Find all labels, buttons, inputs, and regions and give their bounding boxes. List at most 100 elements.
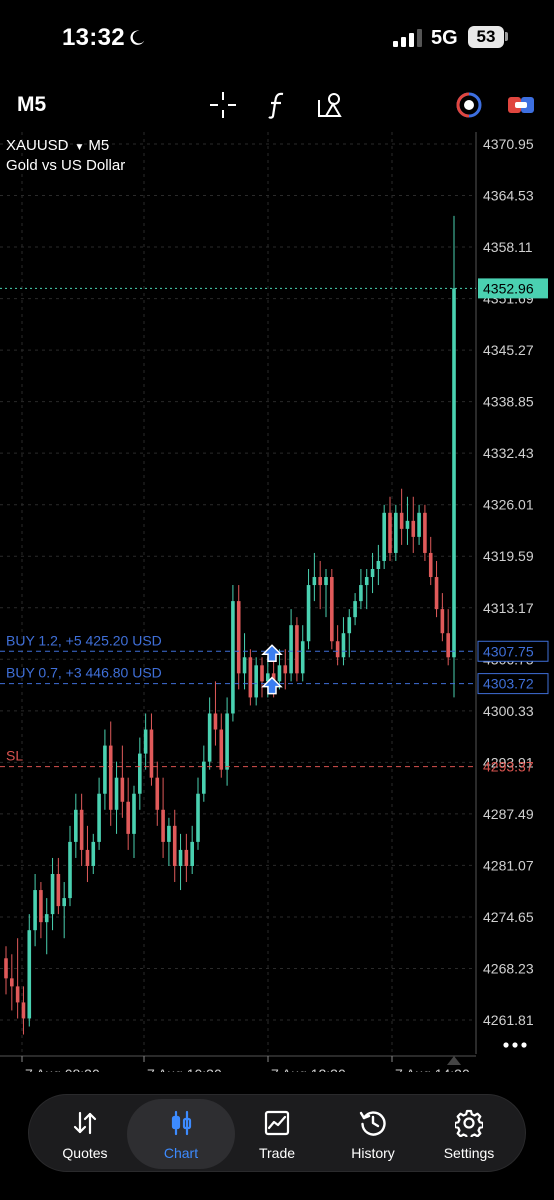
one-click-trading-icon[interactable] (454, 90, 484, 120)
y-tick-label: 4287.49 (483, 806, 534, 822)
more-options-icon[interactable] (502, 1040, 528, 1050)
position-price-label: 4307.75 (483, 643, 534, 659)
y-tick-label: 4261.81 (483, 1012, 534, 1028)
candle-body (114, 777, 119, 810)
candle-body (330, 577, 334, 642)
candle-body (155, 777, 160, 810)
tab-label: History (351, 1145, 395, 1161)
candle-body (359, 585, 363, 602)
price-chart[interactable]: 4370.95 4364.53 4358.11 4351.69 4345.27 4338.… (0, 132, 554, 1072)
candle-body (236, 601, 241, 674)
candle-body (213, 713, 218, 730)
y-tick-label: 4338.85 (483, 394, 534, 410)
candle-body (289, 625, 293, 674)
trade-panel-icon[interactable] (506, 90, 536, 120)
y-tick-label: 4274.65 (483, 909, 534, 925)
signal-icon (393, 29, 422, 47)
candle-body (68, 841, 72, 899)
y-tick-label: 4370.95 (483, 136, 534, 152)
candle-body (324, 577, 328, 586)
tab-label: Settings (443, 1145, 495, 1161)
objects-icon[interactable] (316, 90, 346, 120)
tab-trade[interactable]: Trade (229, 1095, 325, 1173)
candle-body (260, 665, 264, 682)
x-tick-label: 7 Aug 12:30 (271, 1066, 346, 1072)
candle-body (15, 986, 20, 1003)
candle-body (190, 841, 194, 866)
y-tick-label: 4319.59 (483, 548, 534, 564)
candle-body (85, 849, 90, 866)
candle-body (91, 841, 96, 866)
position-label: BUY 1.2, +5 425.20 USD (6, 632, 162, 648)
timeframe-button[interactable]: M5 (17, 93, 46, 117)
symbol-dropdown-arrow[interactable]: ▼ (75, 142, 85, 153)
candle-body (306, 585, 311, 642)
candle-body (108, 745, 113, 810)
buy-arrow-marker (261, 644, 283, 663)
candle-body (376, 560, 381, 569)
trade-icon (264, 1110, 290, 1136)
indicators-icon[interactable] (262, 90, 292, 120)
tab-history[interactable]: History (325, 1095, 421, 1173)
chart-canvas[interactable]: 4370.954364.534358.114351.694345.274338.… (0, 132, 554, 1072)
quotes-icon (73, 1111, 97, 1135)
candle-body (428, 552, 433, 578)
y-tick-label: 4345.27 (483, 342, 534, 358)
candle-body (143, 729, 148, 754)
candle-body (411, 520, 416, 537)
candle-body (423, 512, 427, 553)
x-tick-label: 7 Aug 08:30 (25, 1066, 100, 1072)
stop-loss-label: SL (6, 748, 23, 764)
candle-body (161, 809, 165, 842)
candle-body (97, 793, 101, 842)
symbol-description: Gold vs US Dollar (6, 157, 126, 174)
candle-body (184, 849, 189, 866)
candle-body (452, 288, 456, 658)
symbol-timeframe: M5 (88, 137, 110, 154)
candle-body (27, 930, 32, 1019)
symbol-header: XAUUSD ▼ M5 (6, 137, 109, 154)
chart-shift-marker (447, 1056, 461, 1065)
candle-body (335, 641, 340, 658)
candle-body (353, 601, 357, 618)
candle-body (300, 641, 305, 674)
candle-body (434, 577, 439, 610)
candle-body (56, 874, 61, 907)
battery-indicator: 53 (468, 26, 504, 48)
candle-body (10, 978, 14, 987)
candle-body (132, 793, 136, 834)
candle-body (126, 801, 130, 834)
candle-body (219, 729, 224, 770)
candle-body (225, 713, 229, 770)
candle-body (207, 713, 212, 762)
network-label: 5G (431, 27, 458, 49)
candle-body (341, 633, 346, 658)
candle-body (172, 825, 177, 866)
chart-icon (171, 1110, 192, 1136)
position-label: BUY 0.7, +3 446.80 USD (6, 665, 162, 681)
moon-icon (130, 30, 145, 45)
candle-body (382, 512, 386, 561)
candle-body (39, 890, 43, 923)
candle-body (149, 729, 154, 778)
symbol-name: XAUUSD (6, 137, 69, 154)
candle-body (138, 753, 142, 794)
tab-chart[interactable]: Chart (127, 1095, 235, 1173)
candle-body (231, 601, 235, 714)
candle-body (62, 898, 66, 907)
tab-quotes[interactable]: Quotes (37, 1095, 133, 1173)
candle-body (283, 665, 288, 674)
candle-body (33, 890, 37, 931)
candle-body (196, 793, 200, 842)
candle-body (417, 512, 421, 537)
candle-body (446, 633, 450, 658)
stop-loss-price-label: 4293.37 (483, 759, 534, 775)
candle-body (277, 665, 282, 682)
crosshair-icon[interactable] (208, 90, 238, 120)
bottom-tab-bar: Quotes Chart Trade History Settings (28, 1094, 526, 1172)
candle-body (248, 657, 253, 698)
candle-body (295, 625, 299, 674)
candle-body (399, 512, 404, 529)
tab-settings[interactable]: Settings (421, 1095, 517, 1173)
current-price-label: 4352.96 (483, 280, 534, 296)
